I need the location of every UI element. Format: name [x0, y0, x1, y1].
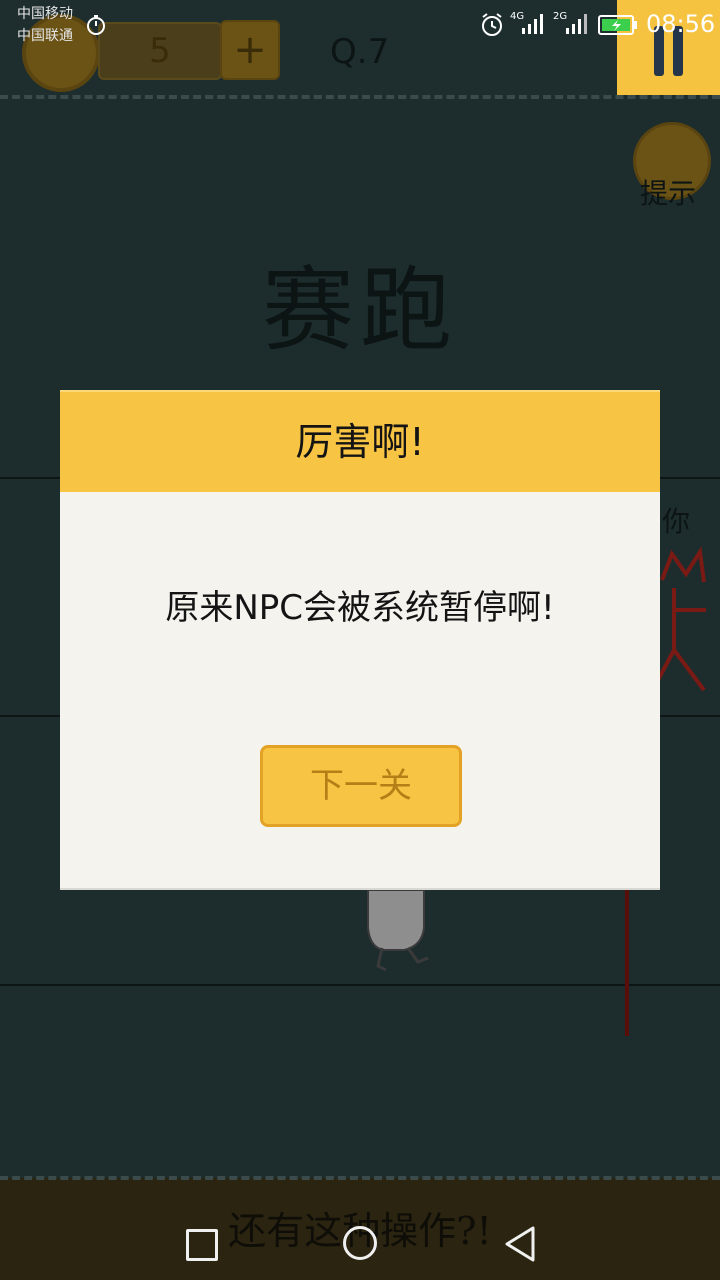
recent-apps-button[interactable]: [186, 1229, 218, 1261]
finish-pole: [625, 890, 629, 1036]
dialog-divider: [60, 888, 660, 890]
level-title: 赛跑: [262, 257, 459, 364]
alarm-icon: [482, 13, 502, 36]
signal-icon: [522, 14, 543, 34]
clock: 08:56: [646, 10, 716, 38]
hint-button-label[interactable]: 提示: [640, 172, 696, 212]
status-bar: 中国移动 中国联通 4G 2G 08:56: [0, 0, 720, 48]
dialog-message: 原来NPC会被系统暂停啊!: [165, 588, 555, 628]
bottom-dashed-divider: [0, 1176, 720, 1180]
npc-runner[interactable]: [360, 888, 440, 978]
red-stick-figure[interactable]: [650, 540, 720, 710]
battery-icon: [598, 15, 637, 35]
top-dashed-divider: [0, 95, 720, 99]
home-button[interactable]: [343, 1226, 377, 1260]
level-complete-dialog: 厉害啊! 原来NPC会被系统暂停啊! 下一关: [60, 390, 660, 890]
track-line: [0, 984, 720, 986]
next-level-button[interactable]: 下一关: [260, 745, 462, 827]
signal-icon: [566, 14, 587, 34]
stopwatch-icon: [87, 15, 105, 35]
back-triangle-icon[interactable]: [503, 1225, 537, 1263]
dialog-title: 厉害啊!: [295, 420, 425, 464]
side-label: 你: [662, 505, 691, 538]
carrier-2: 中国联通: [17, 28, 73, 44]
carrier-1: 中国移动: [17, 6, 73, 22]
